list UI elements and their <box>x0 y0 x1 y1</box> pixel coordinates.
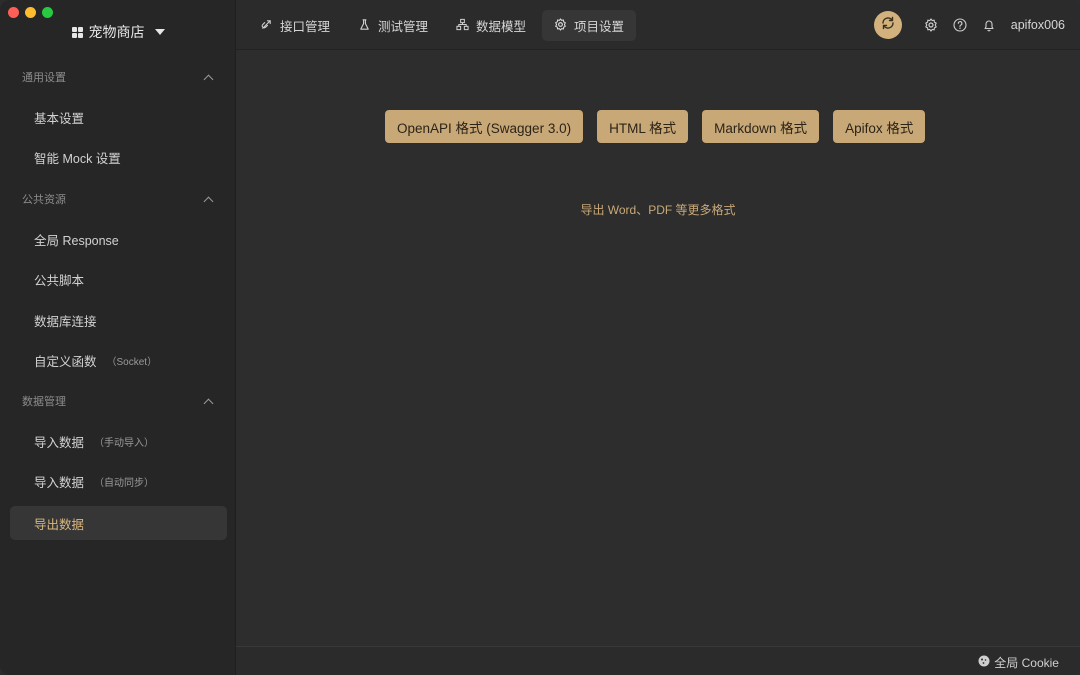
tab-label: 数据模型 <box>476 20 527 34</box>
sidebar: 宠物商店 通用设置 基本设置 智能 Mock 设置 公共资源 全局 Respon… <box>0 0 236 675</box>
top-right-tools: apifox006 <box>873 11 1065 39</box>
sidebar-item-label: 导出数据 <box>34 517 85 532</box>
sidebar-group-title: 通用设置 <box>22 72 66 84</box>
sidebar-item-import-manual[interactable]: 导入数据 （手动导入） <box>10 421 227 462</box>
sidebar-group-title: 公共资源 <box>22 194 66 206</box>
project-switcher[interactable]: 宠物商店 <box>0 22 236 42</box>
flask-icon <box>358 18 371 34</box>
cookie-label: 全局 Cookie <box>994 656 1059 670</box>
top-bar: 接口管理 测试管理 数据模型 项目设置 apifox006 <box>236 0 1080 50</box>
global-cookie-button[interactable]: 全局 Cookie <box>978 654 1059 671</box>
sync-icon <box>880 15 896 36</box>
export-panel: OpenAPI 格式 (Swagger 3.0) HTML 格式 Markdow… <box>236 51 1080 646</box>
link-icon <box>260 18 273 34</box>
chevron-up-icon <box>203 74 214 84</box>
maximize-window-button[interactable] <box>42 7 53 18</box>
export-format-buttons: OpenAPI 格式 (Swagger 3.0) HTML 格式 Markdow… <box>385 110 926 143</box>
tab-test-management[interactable]: 测试管理 <box>346 10 440 41</box>
sidebar-item-label: 导入数据 <box>34 476 85 491</box>
status-bar: 全局 Cookie <box>236 646 1080 675</box>
tab-project-settings[interactable]: 项目设置 <box>542 10 637 41</box>
sidebar-group-title: 数据管理 <box>22 396 66 408</box>
tab-data-model[interactable]: 数据模型 <box>444 10 538 41</box>
export-html-button[interactable]: HTML 格式 <box>597 110 689 143</box>
sidebar-item-database[interactable]: 数据库连接 <box>10 300 227 341</box>
settings-gear-icon[interactable] <box>924 18 939 33</box>
help-icon[interactable] <box>953 18 968 33</box>
bell-icon[interactable] <box>982 18 997 33</box>
tab-label: 项目设置 <box>574 20 625 34</box>
sidebar-group-header[interactable]: 公共资源 <box>0 179 236 219</box>
minimize-window-button[interactable] <box>25 7 36 18</box>
sidebar-item-label: 自定义函数 <box>34 355 97 370</box>
sidebar-item-label: 公共脚本 <box>34 274 85 289</box>
sidebar-item-public-scripts[interactable]: 公共脚本 <box>10 260 227 301</box>
model-icon <box>456 18 469 34</box>
sidebar-item-label: 数据库连接 <box>34 314 97 329</box>
sidebar-item-sublabel: （自动同步） <box>94 478 155 490</box>
sidebar-item-import-sync[interactable]: 导入数据 （自动同步） <box>10 462 227 503</box>
cookie-icon <box>978 655 990 670</box>
sidebar-group-data: 数据管理 导入数据 （手动导入） 导入数据 （自动同步） 导出数据 <box>0 381 236 540</box>
sidebar-item-label: 智能 Mock 设置 <box>34 152 121 167</box>
export-apifox-button[interactable]: Apifox 格式 <box>833 110 926 143</box>
export-openapi-button[interactable]: OpenAPI 格式 (Swagger 3.0) <box>385 110 584 143</box>
caret-down-icon <box>154 29 165 35</box>
chevron-up-icon <box>203 398 214 408</box>
sidebar-group-general: 通用设置 基本设置 智能 Mock 设置 <box>0 57 236 178</box>
sidebar-item-label: 导入数据 <box>34 435 85 450</box>
sidebar-item-label: 全局 Response <box>34 233 119 248</box>
sidebar-group-header[interactable]: 通用设置 <box>0 57 236 97</box>
sidebar-item-global-response[interactable]: 全局 Response <box>10 219 227 260</box>
main-tabs: 接口管理 测试管理 数据模型 项目设置 <box>248 10 637 41</box>
sync-button[interactable] <box>873 11 902 39</box>
sidebar-item-sublabel: （Socket） <box>106 357 158 369</box>
more-formats-link[interactable]: 导出 Word、PDF 等更多格式 <box>236 201 1080 218</box>
sidebar-group-resources: 公共资源 全局 Response 公共脚本 数据库连接 自定义函数 （Socke… <box>0 179 236 381</box>
tab-label: 接口管理 <box>280 20 331 34</box>
sidebar-group-header[interactable]: 数据管理 <box>0 381 236 421</box>
user-menu[interactable]: apifox006 <box>1011 18 1065 32</box>
project-name: 宠物商店 <box>88 24 145 40</box>
tab-label: 测试管理 <box>378 20 429 34</box>
sidebar-item-export[interactable]: 导出数据 <box>10 506 227 540</box>
sidebar-item-mock-settings[interactable]: 智能 Mock 设置 <box>10 138 227 179</box>
tab-api-management[interactable]: 接口管理 <box>248 10 342 41</box>
sidebar-item-custom-functions[interactable]: 自定义函数 （Socket） <box>10 341 227 382</box>
sidebar-item-sublabel: （手动导入） <box>94 437 155 449</box>
sidebar-item-label: 基本设置 <box>34 111 85 126</box>
window-controls <box>8 7 53 18</box>
grid-icon <box>71 26 83 38</box>
gear-icon <box>554 17 567 34</box>
close-window-button[interactable] <box>8 7 19 18</box>
export-markdown-button[interactable]: Markdown 格式 <box>702 110 820 143</box>
chevron-up-icon <box>203 196 214 206</box>
sidebar-item-basic-settings[interactable]: 基本设置 <box>10 97 227 138</box>
app-window: 宠物商店 通用设置 基本设置 智能 Mock 设置 公共资源 全局 Respon… <box>0 0 1080 675</box>
